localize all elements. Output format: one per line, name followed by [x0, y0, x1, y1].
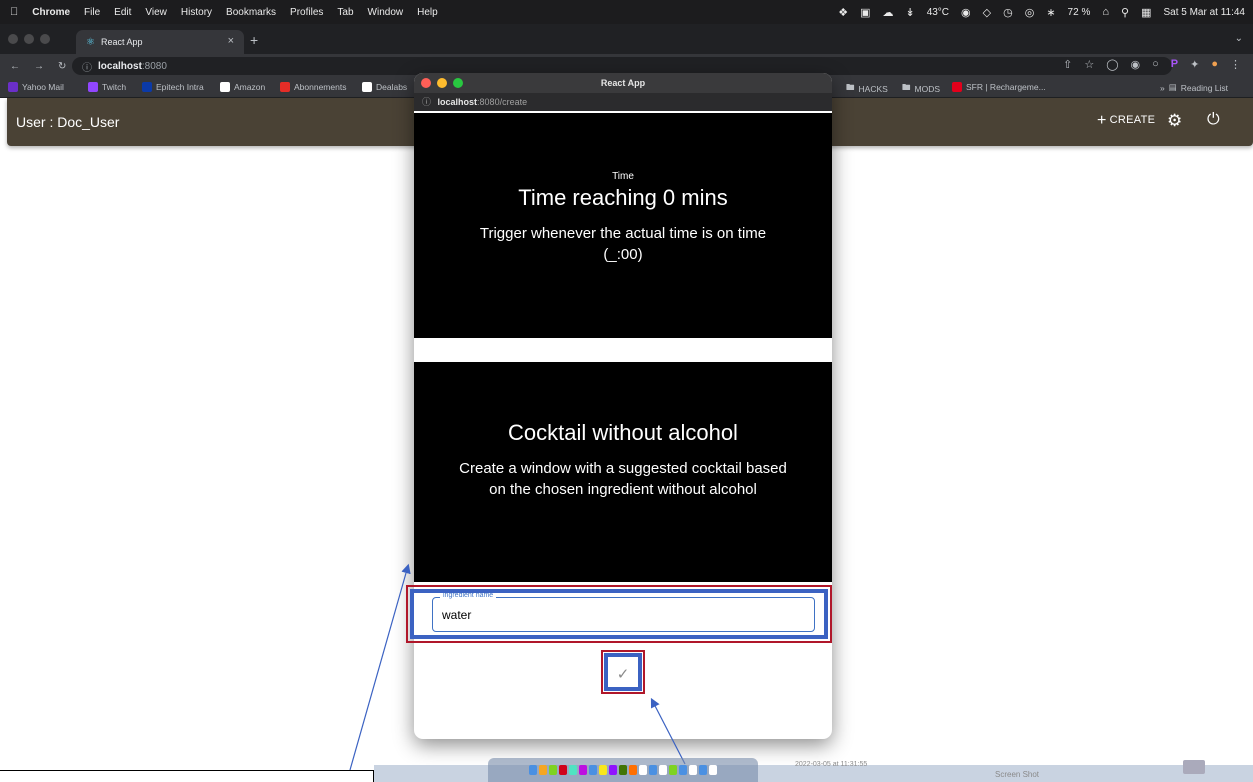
dock-app-icon[interactable] — [539, 765, 547, 775]
dock-app-icon[interactable] — [589, 765, 597, 775]
dock-app-icon[interactable] — [639, 765, 647, 775]
dock-app-icon[interactable] — [669, 765, 677, 775]
dock-app-icon[interactable] — [599, 765, 607, 775]
dock-app-icon[interactable] — [649, 765, 657, 775]
dock-app-icon[interactable] — [699, 765, 707, 775]
annotation-note-box — [0, 770, 374, 782]
dock-app-icon[interactable] — [559, 765, 567, 775]
dock-app-icon[interactable] — [689, 765, 697, 775]
dock-app-icon[interactable] — [629, 765, 637, 775]
dock-timestamp: 2022-03-05 at 11:31:55 — [795, 761, 868, 768]
trash-icon[interactable] — [1183, 760, 1205, 774]
arrow-to-input — [349, 563, 411, 771]
dock-app-icon[interactable] — [579, 765, 587, 775]
dock-app-icon[interactable] — [619, 765, 627, 775]
dock-app-icon[interactable] — [529, 765, 537, 775]
annotation-arrows — [349, 563, 686, 771]
dock-app-icon[interactable] — [679, 765, 687, 775]
dock-app-icon[interactable] — [659, 765, 667, 775]
screenshot-file-label: Screen Shot — [995, 770, 1040, 779]
dock-app-icon[interactable] — [709, 765, 717, 775]
dock-app-icon[interactable] — [569, 765, 577, 775]
dock-app-icon[interactable] — [549, 765, 557, 775]
macos-dock — [488, 758, 758, 782]
dock-app-icon[interactable] — [609, 765, 617, 775]
arrow-to-submit — [650, 697, 686, 765]
